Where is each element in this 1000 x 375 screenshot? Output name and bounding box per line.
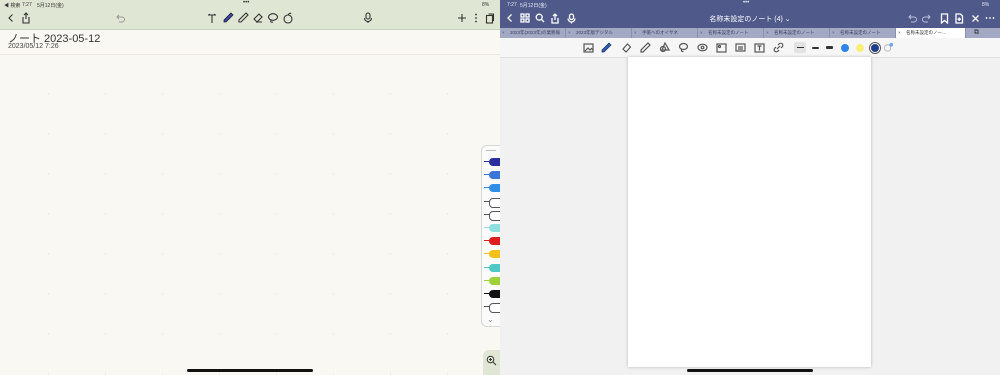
color-swatch-yellow[interactable] — [854, 42, 865, 53]
palette-collapse-icon[interactable]: ⌄ — [487, 315, 494, 324]
color-add-icon[interactable] — [883, 42, 894, 53]
palette-pen-2[interactable] — [484, 171, 500, 180]
home-indicator-right — [687, 369, 813, 372]
bookmark-icon[interactable] — [937, 11, 951, 25]
zoom-icon — [486, 353, 497, 371]
tab-overview-icon[interactable]: ⧉ — [974, 29, 979, 37]
status-date: 5月12日(金) — [520, 3, 547, 9]
notebook-page[interactable] — [628, 57, 871, 367]
status-time: 7:27 — [507, 2, 517, 8]
link-tool-icon[interactable] — [773, 42, 784, 53]
pages-icon[interactable] — [483, 11, 497, 25]
palette-pen-5[interactable] — [484, 210, 500, 221]
home-indicator-left — [187, 369, 313, 372]
tab-close-icon[interactable]: × — [766, 28, 769, 38]
tab-close-icon[interactable]: × — [700, 28, 703, 38]
note-date: 2023/05/12 7:26 — [8, 43, 59, 50]
add-page-icon[interactable] — [952, 11, 966, 25]
text-tool-icon[interactable] — [205, 11, 219, 25]
document-tab[interactable]: × 名称未設定のノー… — [896, 28, 966, 38]
title-divider — [0, 54, 500, 55]
stroke-medium-option[interactable] — [810, 42, 821, 53]
undo-icon[interactable] — [905, 11, 919, 25]
document-tab[interactable]: × 名称未設定のノート — [698, 28, 764, 38]
status-date: 5月12日(金) — [37, 3, 64, 9]
left-status-bar: ◀ 検索 7:27 5月12日(金) ••• 8% — [0, 0, 500, 10]
shape-tool-icon[interactable] — [659, 42, 670, 53]
battery-text: 8% — [982, 2, 990, 8]
document-tab[interactable]: × 手帳へのオイサネ — [632, 28, 698, 38]
more-icon[interactable] — [983, 11, 997, 25]
palette-pen-4[interactable] — [484, 197, 500, 208]
text-box-icon[interactable] — [754, 42, 765, 53]
left-top-bar: ◀ 検索 7:27 5月12日(金) ••• 8% — [0, 0, 500, 30]
document-tab[interactable]: × 2023年版デジタル — [566, 28, 632, 38]
right-app-pane: 7:27 5月12日(金) ••• 8% 名称未設定のノート (4) ⌄ × 20… — [500, 0, 1000, 375]
tab-close-icon[interactable]: × — [502, 28, 505, 38]
palette-pen-10[interactable] — [484, 276, 500, 285]
keyboard-icon[interactable] — [735, 42, 746, 53]
tab-close-icon[interactable]: × — [634, 28, 637, 38]
more-icon[interactable] — [469, 11, 483, 25]
pen-tool-icon[interactable] — [601, 42, 612, 53]
color-swatch-blue[interactable] — [839, 42, 850, 53]
lasso-icon[interactable] — [266, 11, 280, 25]
share-icon[interactable] — [19, 11, 33, 25]
stroke-thin-option[interactable] — [794, 42, 806, 53]
palette-pen-1[interactable] — [484, 158, 500, 166]
eraser-tool-icon[interactable] — [621, 42, 632, 53]
undo-icon[interactable] — [113, 11, 127, 25]
tab-close-icon[interactable]: × — [832, 28, 835, 38]
laser-pointer-icon[interactable] — [697, 42, 708, 53]
tab-label: 名称未設定のノート — [840, 30, 881, 35]
palette-pen-8[interactable] — [484, 250, 500, 259]
document-tabs: × 2023年(2023年)の業務報 × 2023年版デジタル × 手帳へのオイサネ × 名称… — [500, 28, 1000, 38]
palette-pen-7[interactable] — [484, 237, 500, 246]
status-time: 7:27 — [22, 2, 32, 8]
tab-close-icon[interactable]: × — [898, 28, 901, 38]
palette-pen-3[interactable] — [484, 184, 500, 193]
multitask-dots[interactable]: ••• — [743, 0, 749, 6]
back-to-app-link[interactable]: ◀ 検索 — [4, 2, 20, 9]
tab-label: 2023年版デジタル — [576, 30, 613, 35]
battery-text: 8% — [482, 2, 490, 8]
drawing-toolbar — [500, 38, 1000, 58]
multitask-dots[interactable]: ••• — [243, 0, 249, 6]
sticker-icon[interactable] — [281, 11, 295, 25]
document-tab[interactable]: × 2023年(2023年)の業務報 — [500, 28, 566, 38]
note-canvas[interactable] — [0, 54, 500, 375]
palette-pen-12[interactable] — [484, 303, 500, 314]
pen-icon[interactable] — [221, 11, 235, 25]
stroke-thick-option[interactable] — [824, 42, 835, 53]
left-app-pane: ◀ 検索 7:27 5月12日(金) ••• 8% ノート 2023-05-12… — [0, 0, 500, 375]
image-insert-icon[interactable] — [583, 42, 594, 53]
pen-palette: ⌄ — [481, 145, 500, 327]
palette-pen-6[interactable] — [484, 224, 500, 232]
tab-close-icon[interactable]: × — [568, 28, 571, 38]
tab-label: 2023年(2023年)の業務報 — [510, 30, 561, 35]
highlighter-icon[interactable] — [236, 11, 250, 25]
palette-handle[interactable] — [486, 150, 496, 151]
photo-icon[interactable] — [716, 42, 727, 53]
tab-label: 名称未設定のノート — [774, 30, 815, 35]
eraser-icon[interactable] — [251, 11, 265, 25]
tab-label: 名称未設定のノー… — [906, 30, 947, 35]
tab-label: 名称未設定のノート — [708, 30, 749, 35]
redo-icon[interactable] — [920, 11, 934, 25]
back-icon[interactable] — [4, 11, 18, 25]
palette-pen-11[interactable] — [484, 290, 500, 298]
right-top-bar: 7:27 5月12日(金) ••• 8% 名称未設定のノート (4) ⌄ — [500, 0, 1000, 28]
tab-label: 手帳へのオイサネ — [642, 30, 678, 35]
mic-icon[interactable] — [361, 11, 375, 25]
add-icon[interactable] — [455, 11, 469, 25]
zoom-button[interactable] — [483, 350, 500, 375]
highlighter-tool-icon[interactable] — [640, 42, 651, 53]
lasso-tool-icon[interactable] — [678, 42, 689, 53]
document-tab[interactable]: × 名称未設定のノート — [830, 28, 896, 38]
document-tab[interactable]: × 名称未設定のノート — [764, 28, 830, 38]
close-icon[interactable] — [968, 11, 982, 25]
color-swatch-navy[interactable] — [869, 42, 880, 53]
right-status-bar: 7:27 5月12日(金) ••• 8% — [500, 0, 1000, 10]
palette-pen-9[interactable] — [484, 263, 500, 272]
